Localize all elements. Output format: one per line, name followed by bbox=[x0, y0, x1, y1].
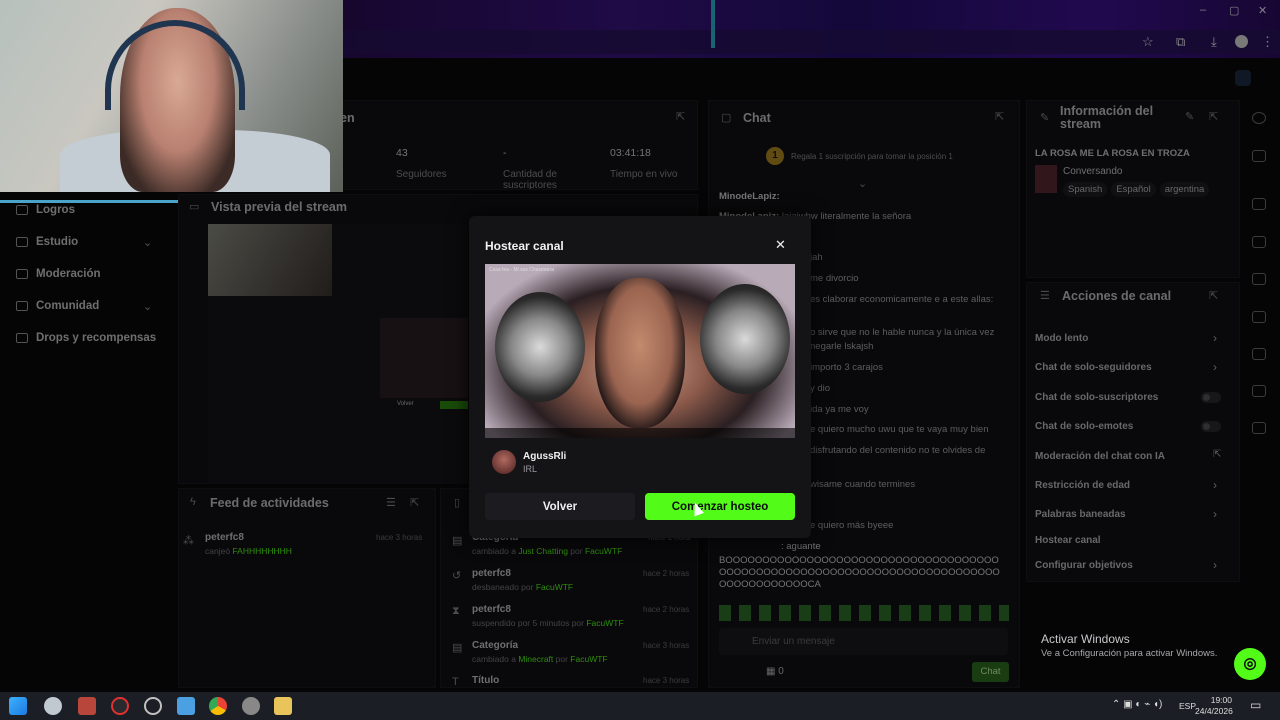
app-icon[interactable] bbox=[78, 697, 96, 715]
channel-category: IRL bbox=[523, 464, 538, 474]
channel-thumbnail[interactable]: Cosa fea - Mi sus Chasmarra bbox=[485, 264, 795, 438]
app-icon[interactable] bbox=[144, 697, 162, 715]
activate-windows-sub: Ve a Configuración para activar Windows. bbox=[1041, 648, 1218, 659]
app-icon[interactable] bbox=[44, 697, 62, 715]
activate-windows-title: Activar Windows bbox=[1041, 632, 1130, 646]
close-icon[interactable]: ✕ bbox=[775, 237, 786, 253]
webcam-headset bbox=[105, 20, 245, 110]
avatar bbox=[492, 450, 516, 474]
cancel-button[interactable]: Volver bbox=[485, 493, 635, 520]
channel-name: AgussRli bbox=[523, 451, 567, 462]
video-caption: Cosa fea - Mi sus Chasmarra bbox=[489, 267, 555, 273]
notification-icon[interactable]: ▭ bbox=[1250, 698, 1261, 712]
clock-time[interactable]: 19:00 bbox=[1202, 695, 1232, 705]
thumbnail-fan-left bbox=[495, 292, 585, 402]
chrome-icon[interactable] bbox=[209, 697, 227, 715]
video-progress-bar[interactable] bbox=[485, 428, 795, 438]
thumbnail-face bbox=[595, 278, 685, 428]
clock-date[interactable]: 24/4/2026 bbox=[1195, 706, 1233, 716]
modal-title: Hostear canal bbox=[485, 239, 564, 253]
thumbnail-fan-right bbox=[700, 284, 790, 394]
chrome-profile-icon[interactable] bbox=[242, 697, 260, 715]
webcam-overlay bbox=[0, 0, 343, 192]
tray-icons[interactable]: ⌃ ▣ ◐ ⌁ ◖) bbox=[1112, 699, 1162, 710]
file-explorer-icon[interactable] bbox=[274, 697, 292, 715]
start-host-button[interactable]: Comenzar hosteo bbox=[645, 493, 795, 520]
obs-icon[interactable] bbox=[111, 697, 129, 715]
windows-start-icon[interactable] bbox=[9, 697, 27, 715]
help-chat-icon[interactable]: ◎ bbox=[1234, 648, 1266, 680]
webcam-divider bbox=[0, 200, 178, 203]
app-icon[interactable] bbox=[177, 697, 195, 715]
language-indicator[interactable]: ESP bbox=[1179, 701, 1196, 711]
